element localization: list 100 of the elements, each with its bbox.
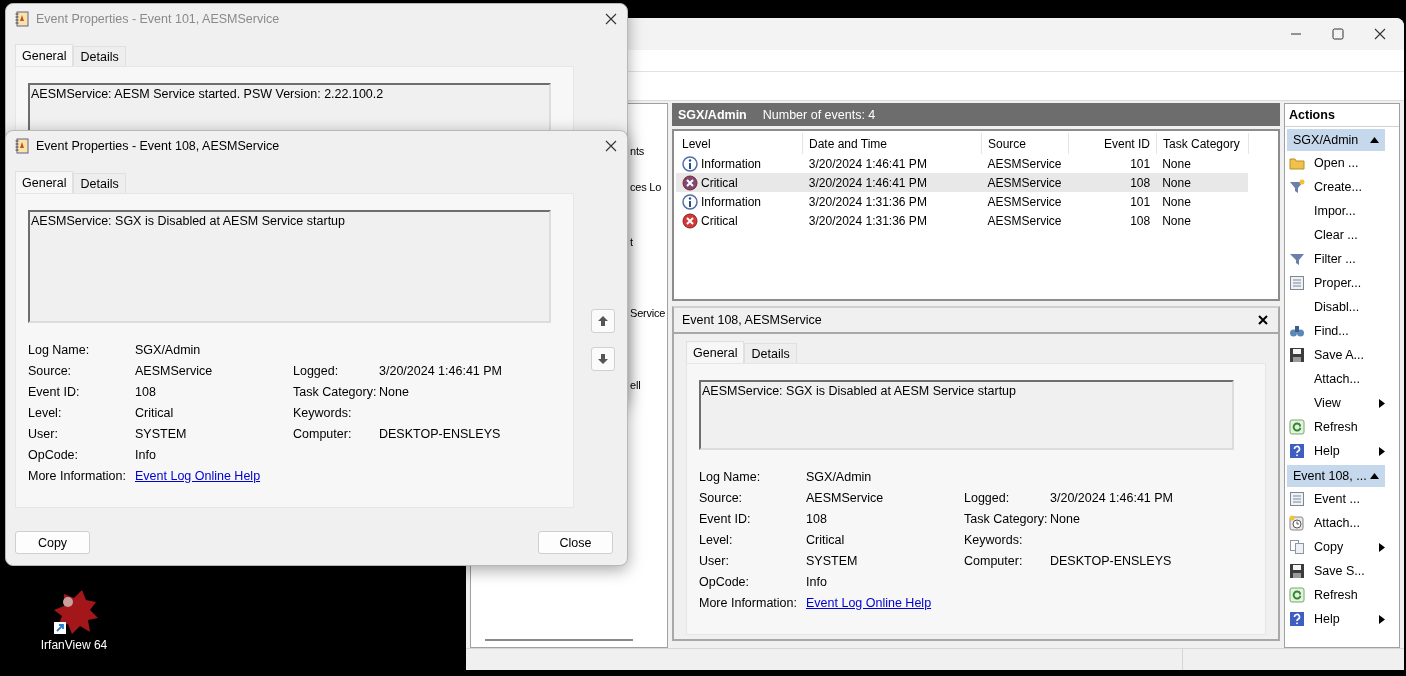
funnel-icon xyxy=(1289,179,1305,195)
table-cell: AESMService xyxy=(987,156,1062,171)
field-value: 108 xyxy=(806,511,828,526)
document-icon xyxy=(1289,491,1305,507)
table-cell: AESMService xyxy=(987,213,1062,228)
column-header[interactable]: Source xyxy=(982,133,1069,154)
field-label: Source: xyxy=(699,490,744,505)
event-row[interactable]: Critical 3/20/2024 1:31:36 PM AESMService 108 None xyxy=(676,211,1248,230)
down-arrow-button[interactable] xyxy=(591,347,615,371)
table-cell: None xyxy=(1162,213,1191,228)
table-cell: AESMService xyxy=(987,194,1062,209)
column-header[interactable]: Event ID xyxy=(1069,133,1157,154)
action-item[interactable]: Clear ... xyxy=(1285,223,1385,247)
tab[interactable]: General xyxy=(686,341,745,363)
action-item[interactable]: Attach... xyxy=(1285,367,1385,391)
action-group-header[interactable]: SGX/Admin xyxy=(1287,129,1385,151)
table-cell: None xyxy=(1162,156,1191,171)
field-value: SGX/Admin xyxy=(806,469,873,484)
action-item[interactable]: Refresh xyxy=(1285,415,1385,439)
action-item[interactable]: Proper... xyxy=(1285,271,1385,295)
table-cell: 101 xyxy=(1130,156,1151,171)
shortcut-label[interactable]: IrfanView 64 xyxy=(40,638,108,652)
field-value: SYSTEM xyxy=(135,426,188,441)
field-value: DESKTOP-ENSLEYS xyxy=(379,426,502,441)
column-header[interactable]: Level xyxy=(676,133,803,154)
field-label: Task Category: xyxy=(964,511,1049,526)
field-value: None xyxy=(379,384,410,399)
event-row[interactable]: Information 3/20/2024 1:46:41 PM AESMService 101 None xyxy=(676,154,1248,173)
horizontal-scrollbar[interactable] xyxy=(485,639,633,641)
event-row[interactable]: Critical 3/20/2024 1:46:41 PM AESMService 108 None xyxy=(676,173,1248,192)
close-button[interactable]: Close xyxy=(538,531,613,554)
field-label: Log Name: xyxy=(699,469,762,484)
action-item[interactable]: Save A... xyxy=(1285,343,1385,367)
tab[interactable]: General xyxy=(15,171,74,193)
table-cell: None xyxy=(1162,194,1191,209)
help-icon xyxy=(1289,611,1305,627)
action-item[interactable]: Save S... xyxy=(1285,559,1385,583)
copy-icon xyxy=(1289,539,1305,555)
tab[interactable]: Details xyxy=(744,343,797,363)
table-cell: 3/20/2024 1:46:41 PM xyxy=(808,156,927,171)
tab[interactable]: General xyxy=(15,44,74,66)
message-box[interactable]: AESMService: SGX is Disabled at AESM Service startup xyxy=(699,380,1234,450)
field-value: AESMService xyxy=(135,363,214,378)
field-value: SGX/Admin xyxy=(135,342,202,357)
action-item[interactable]: Copy xyxy=(1285,535,1385,559)
action-item[interactable]: Disabl... xyxy=(1285,295,1385,319)
table-cell: 3/20/2024 1:46:41 PM xyxy=(808,175,927,190)
preview-title: Event 108, AESMService xyxy=(682,313,822,327)
maximize-icon xyxy=(1332,28,1344,40)
action-group-header[interactable]: Event 108, ... xyxy=(1287,465,1385,487)
field-value: 3/20/2024 1:46:41 PM xyxy=(1050,490,1174,505)
help-icon xyxy=(1289,443,1305,459)
event-row[interactable]: Information 3/20/2024 1:31:36 PM AESMService 101 None xyxy=(676,192,1248,211)
tab[interactable]: Details xyxy=(73,173,126,193)
column-header[interactable]: Task Category xyxy=(1157,133,1249,154)
action-item[interactable]: Event ... xyxy=(1285,487,1385,511)
action-item[interactable]: Filter ... xyxy=(1285,247,1385,271)
action-item[interactable]: Refresh xyxy=(1285,583,1385,607)
action-item[interactable]: Create... xyxy=(1285,175,1385,199)
table-cell: 101 xyxy=(1130,194,1151,209)
message-box[interactable]: AESMService: SGX is Disabled at AESM Service startup xyxy=(28,210,551,323)
field-label: User: xyxy=(699,553,730,568)
table-cell: Information xyxy=(701,194,762,209)
field-label: Computer: xyxy=(293,426,353,441)
binoculars-icon xyxy=(1289,323,1305,339)
refresh-icon xyxy=(1289,587,1305,603)
field-value: DESKTOP-ENSLEYS xyxy=(1050,553,1173,568)
field-label: Task Category: xyxy=(293,384,378,399)
field-label: More Information: xyxy=(28,468,127,483)
field-value: Info xyxy=(806,574,828,589)
table-cell: None xyxy=(1162,175,1191,190)
copy-button[interactable]: Copy xyxy=(15,531,90,554)
field-label: Level: xyxy=(28,405,63,420)
column-header[interactable]: Date and Time xyxy=(803,133,982,154)
help-link[interactable]: Event Log Online Help xyxy=(135,468,261,483)
action-item[interactable]: Open ... xyxy=(1285,151,1385,175)
folder-icon xyxy=(1289,155,1305,171)
action-item[interactable]: Find... xyxy=(1285,319,1385,343)
field-label: Keywords: xyxy=(293,405,353,420)
action-item[interactable]: Attach... xyxy=(1285,511,1385,535)
refresh-icon xyxy=(1289,419,1305,435)
action-item[interactable]: Help xyxy=(1285,439,1385,463)
up-arrow-button[interactable] xyxy=(591,309,615,333)
info-icon xyxy=(682,193,698,210)
action-item[interactable]: View xyxy=(1285,391,1385,415)
field-value: AESMService xyxy=(806,490,885,505)
table-cell: 108 xyxy=(1130,175,1151,190)
field-value: Critical xyxy=(806,532,846,547)
help-link[interactable]: Event Log Online Help xyxy=(806,595,932,610)
tab[interactable]: Details xyxy=(73,46,126,66)
action-item[interactable]: Help xyxy=(1285,607,1385,631)
dialog-title: Event Properties - Event 108, AESMService xyxy=(36,138,281,153)
field-label: Source: xyxy=(28,363,73,378)
info-icon xyxy=(682,155,698,172)
close-icon xyxy=(605,139,617,152)
field-label: Logged: xyxy=(293,363,340,378)
critical-icon xyxy=(682,174,698,191)
action-item[interactable]: Impor... xyxy=(1285,199,1385,223)
field-value: SYSTEM xyxy=(806,553,859,568)
group-title: Event 108, ... xyxy=(1293,469,1367,483)
